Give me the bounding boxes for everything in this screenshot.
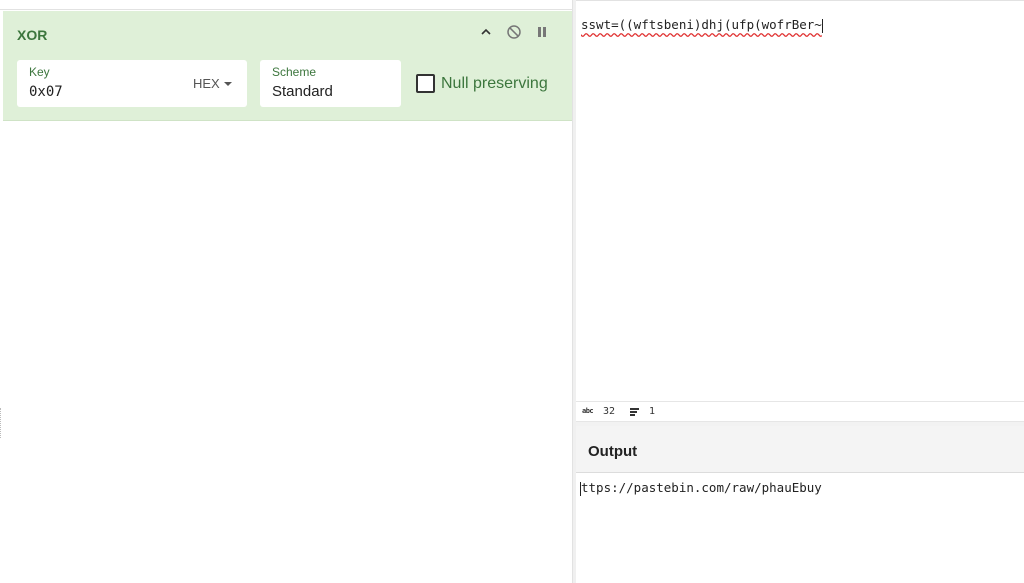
- null-preserving-label[interactable]: Null preserving: [441, 75, 548, 93]
- input-value: sswt=((wftsbeni)dhj(ufp(wofrBer~: [581, 17, 822, 32]
- key-label: Key: [29, 65, 50, 79]
- pause-icon[interactable]: [534, 24, 550, 40]
- output-title: Output: [588, 443, 638, 460]
- text-caret: [821, 18, 823, 33]
- scheme-label: Scheme: [272, 65, 317, 79]
- scheme-select[interactable]: Standard: [272, 83, 333, 100]
- output-textarea[interactable]: ttps://pastebin.com/raw/phauEbuy: [576, 473, 1024, 583]
- abc-icon: abc: [582, 407, 594, 415]
- input-textarea[interactable]: sswt=((wftsbeni)dhj(ufp(wofrBer~: [576, 0, 1024, 401]
- null-preserving-checkbox[interactable]: [416, 74, 435, 93]
- key-format-label: HEX: [193, 76, 220, 91]
- char-count: 32: [603, 406, 616, 417]
- disable-icon[interactable]: [506, 24, 522, 40]
- recipe-header-bar: [0, 0, 572, 10]
- recipe-pane: XOR Key 0x07 HEX Scheme Standard Null pr…: [0, 0, 572, 583]
- collapse-icon[interactable]: [478, 24, 494, 40]
- output-text[interactable]: ttps://pastebin.com/raw/phauEbuy: [580, 480, 822, 496]
- xor-operation: XOR Key 0x07 HEX Scheme Standard Null pr…: [3, 11, 572, 121]
- key-input[interactable]: 0x07: [29, 84, 63, 100]
- input-status-bar: abc 32 1: [576, 401, 1024, 422]
- output-value: ttps://pastebin.com/raw/phauEbuy: [581, 480, 822, 495]
- output-header: Output: [576, 426, 1024, 473]
- key-field[interactable]: Key 0x07 HEX: [17, 60, 247, 107]
- line-count: 1: [649, 406, 656, 417]
- pane-resize-grip[interactable]: [0, 408, 3, 438]
- scheme-field[interactable]: Scheme Standard: [260, 60, 401, 107]
- key-format-dropdown[interactable]: HEX: [193, 76, 232, 91]
- input-text[interactable]: sswt=((wftsbeni)dhj(ufp(wofrBer~: [581, 17, 823, 33]
- chevron-down-icon: [223, 81, 232, 86]
- lines-icon: [630, 408, 639, 416]
- operation-title: XOR: [17, 27, 48, 43]
